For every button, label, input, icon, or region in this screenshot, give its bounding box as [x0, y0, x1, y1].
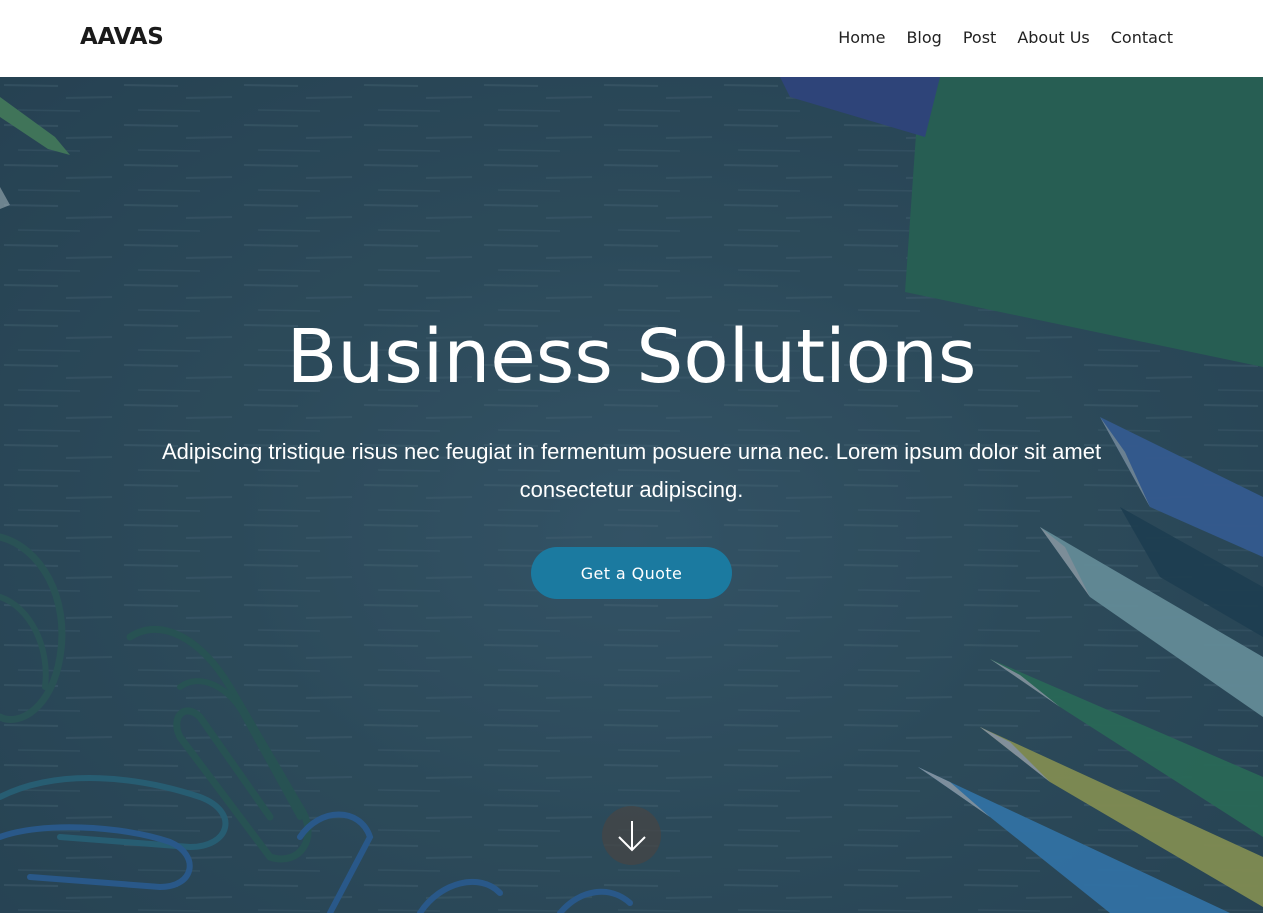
hero-section: Business Solutions Adipiscing tristique … — [0, 77, 1263, 913]
nav-item-about-us[interactable]: About Us — [1017, 28, 1089, 47]
get-a-quote-button[interactable]: Get a Quote — [531, 547, 732, 599]
nav-item-home[interactable]: Home — [838, 28, 885, 47]
hero-title: Business Solutions — [286, 314, 977, 400]
hero-subtitle: Adipiscing tristique risus nec feugiat i… — [161, 439, 1102, 502]
nav-item-post[interactable]: Post — [963, 28, 996, 47]
scroll-down-button[interactable] — [602, 806, 661, 865]
nav-item-contact[interactable]: Contact — [1111, 28, 1173, 47]
site-header: AAVAS Home Blog Post About Us Contact — [0, 0, 1263, 77]
main-nav: Home Blog Post About Us Contact — [838, 28, 1173, 47]
arrow-down-icon — [617, 820, 646, 851]
nav-item-blog[interactable]: Blog — [906, 28, 941, 47]
site-logo[interactable]: AAVAS — [80, 24, 164, 50]
